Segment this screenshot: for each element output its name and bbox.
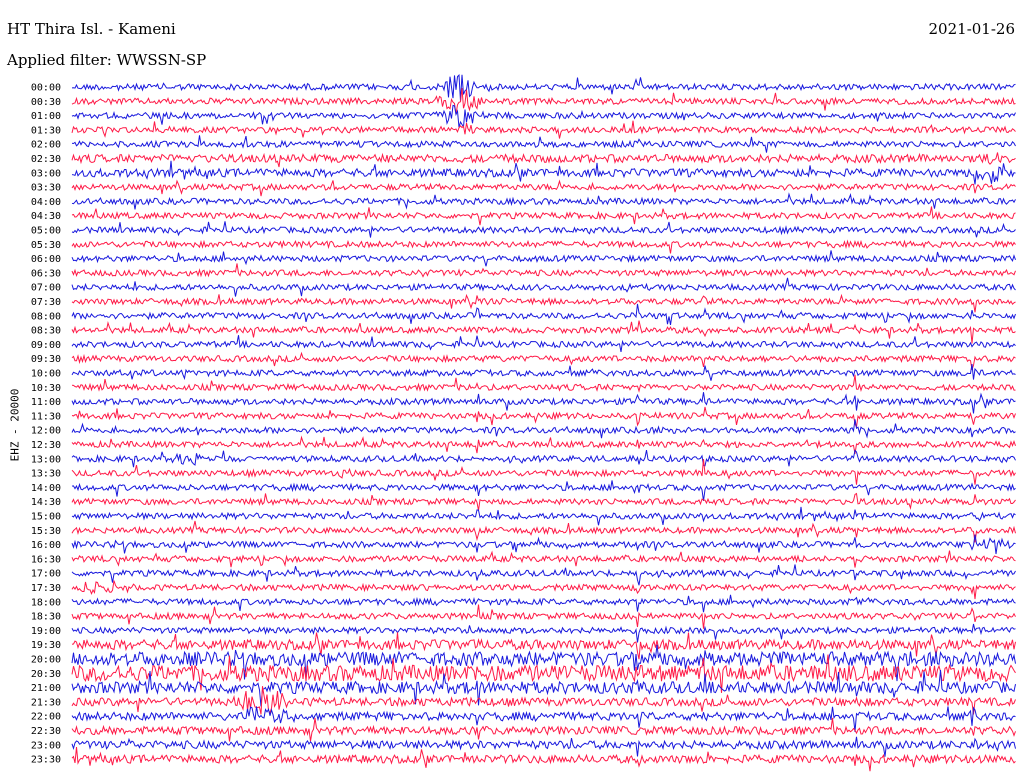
trace-row bbox=[71, 480, 1016, 501]
trace-row bbox=[71, 250, 1016, 267]
row-time-label: 03:00 bbox=[31, 168, 61, 179]
row-time-label: 14:00 bbox=[31, 483, 61, 494]
row-time-label: 21:00 bbox=[31, 683, 61, 694]
trace-row bbox=[71, 335, 1016, 352]
row-time-label: 06:00 bbox=[31, 254, 61, 265]
row-time-label: 11:00 bbox=[31, 397, 61, 408]
trace-row bbox=[71, 604, 1016, 629]
trace-row bbox=[71, 160, 1016, 185]
trace-row bbox=[71, 192, 1016, 210]
row-time-label: 10:00 bbox=[31, 369, 61, 380]
row-time-label: 13:00 bbox=[31, 454, 61, 465]
row-time-label: 00:00 bbox=[31, 83, 61, 94]
trace-row bbox=[71, 73, 1016, 102]
trace-row bbox=[71, 263, 1016, 278]
row-time-label: 08:30 bbox=[31, 326, 61, 337]
trace-row bbox=[71, 277, 1016, 297]
row-time-label: 00:30 bbox=[31, 97, 61, 108]
seismogram-plot: 00:00 00:30 01:00 01:30 02:00 02:30 03:00 03:30… bbox=[31, 73, 1016, 772]
trace-row bbox=[71, 239, 1016, 254]
row-time-label: 02:30 bbox=[31, 154, 61, 165]
trace-row bbox=[71, 351, 1016, 370]
row-time-label: 19:30 bbox=[31, 640, 61, 651]
row-time-label: 07:30 bbox=[31, 297, 61, 308]
trace-row bbox=[71, 459, 1016, 485]
row-time-label: 06:30 bbox=[31, 268, 61, 279]
trace-row bbox=[71, 717, 1016, 742]
trace-row bbox=[71, 152, 1016, 168]
row-time-labels: 00:00 00:30 01:00 01:30 02:00 02:30 03:00 03:30… bbox=[31, 83, 61, 766]
trace-row bbox=[71, 120, 1016, 139]
row-time-label: 13:30 bbox=[31, 469, 61, 480]
row-time-label: 05:00 bbox=[31, 226, 61, 237]
row-time-label: 19:00 bbox=[31, 626, 61, 637]
trace-row bbox=[71, 435, 1016, 454]
trace-row bbox=[71, 564, 1016, 586]
trace-row bbox=[71, 623, 1016, 643]
trace-row bbox=[71, 104, 1016, 129]
trace-row bbox=[71, 492, 1016, 511]
row-time-label: 11:30 bbox=[31, 411, 61, 422]
trace-row bbox=[71, 392, 1016, 414]
row-time-label: 01:00 bbox=[31, 111, 61, 122]
row-time-label: 15:00 bbox=[31, 512, 61, 523]
row-time-label: 09:30 bbox=[31, 354, 61, 365]
row-time-label: 09:00 bbox=[31, 340, 61, 351]
row-time-label: 12:30 bbox=[31, 440, 61, 451]
row-time-label: 14:30 bbox=[31, 497, 61, 508]
trace-row bbox=[71, 406, 1016, 429]
row-time-label: 15:30 bbox=[31, 526, 61, 537]
trace-row bbox=[71, 550, 1016, 568]
seismogram-traces bbox=[71, 73, 1016, 772]
trace-row bbox=[71, 303, 1016, 325]
row-time-label: 22:00 bbox=[31, 712, 61, 723]
row-time-label: 17:00 bbox=[31, 569, 61, 580]
row-time-label: 08:00 bbox=[31, 311, 61, 322]
row-time-label: 21:30 bbox=[31, 697, 61, 708]
trace-row bbox=[71, 520, 1016, 543]
row-time-label: 16:00 bbox=[31, 540, 61, 551]
trace-row bbox=[71, 364, 1016, 381]
row-time-label: 17:30 bbox=[31, 583, 61, 594]
row-time-label: 12:00 bbox=[31, 426, 61, 437]
trace-row bbox=[71, 206, 1016, 226]
row-time-label: 05:30 bbox=[31, 240, 61, 251]
trace-row bbox=[71, 747, 1016, 772]
trace-row bbox=[71, 221, 1016, 238]
trace-row bbox=[71, 419, 1016, 439]
row-time-label: 18:00 bbox=[31, 597, 61, 608]
trace-row bbox=[71, 88, 1016, 115]
row-time-label: 23:30 bbox=[31, 755, 61, 766]
trace-row bbox=[71, 293, 1016, 313]
trace-row bbox=[71, 534, 1016, 555]
row-time-label: 16:30 bbox=[31, 554, 61, 565]
trace-row bbox=[71, 179, 1016, 197]
row-time-label: 20:00 bbox=[31, 655, 61, 666]
row-time-label: 03:30 bbox=[31, 183, 61, 194]
row-time-label: 04:30 bbox=[31, 211, 61, 222]
row-time-label: 23:00 bbox=[31, 740, 61, 751]
trace-row bbox=[71, 506, 1016, 526]
row-time-label: 04:00 bbox=[31, 197, 61, 208]
trace-row bbox=[71, 736, 1016, 757]
trace-row bbox=[71, 135, 1016, 153]
trace-row bbox=[71, 320, 1016, 344]
row-time-label: 20:30 bbox=[31, 669, 61, 680]
row-time-label: 10:30 bbox=[31, 383, 61, 394]
row-time-label: 02:00 bbox=[31, 140, 61, 151]
row-time-label: 22:30 bbox=[31, 726, 61, 737]
trace-row bbox=[71, 449, 1016, 468]
row-time-label: 01:30 bbox=[31, 125, 61, 136]
trace-row bbox=[71, 374, 1016, 393]
row-time-label: 18:30 bbox=[31, 612, 61, 623]
row-time-label: 07:00 bbox=[31, 283, 61, 294]
trace-row bbox=[71, 580, 1016, 600]
